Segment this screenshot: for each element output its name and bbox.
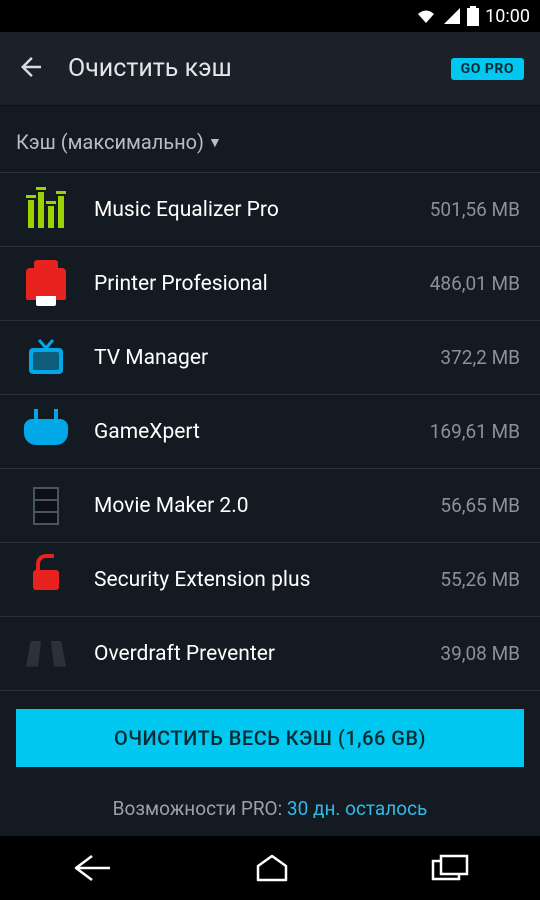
app-size: 372,2 MB — [440, 346, 520, 369]
app-name: GameXpert — [94, 420, 412, 444]
sort-dropdown[interactable]: Кэш (максимально) ▼ — [0, 106, 540, 172]
content-area: Кэш (максимально) ▼ Music Equalizer Pro … — [0, 106, 540, 836]
pro-footer[interactable]: Возможности PRO: 30 дн. осталось — [0, 783, 540, 836]
sort-label: Кэш (максимально) — [16, 130, 204, 154]
nav-recent-icon[interactable] — [430, 853, 470, 883]
printer-icon — [16, 268, 76, 300]
app-size: 486,01 MB — [430, 272, 520, 295]
clean-all-button[interactable]: ОЧИСТИТЬ ВЕСЬ КЭШ (1,66 GB) — [16, 709, 524, 767]
pro-footer-prefix: Возможности PRO: — [113, 797, 287, 820]
nav-back-icon[interactable] — [70, 852, 114, 884]
app-name: Music Equalizer Pro — [94, 198, 412, 222]
app-size: 39,08 MB — [440, 642, 520, 665]
nav-home-icon[interactable] — [254, 852, 290, 884]
back-icon[interactable] — [16, 52, 46, 86]
app-name: Movie Maker 2.0 — [94, 494, 422, 518]
list-item[interactable]: Overdraft Preventer 39,08 MB — [0, 617, 540, 691]
android-nav-bar — [0, 836, 540, 900]
clock-text: 10:00 — [485, 6, 530, 27]
app-size: 55,26 MB — [440, 568, 520, 591]
list-item[interactable]: Movie Maker 2.0 56,65 MB — [0, 469, 540, 543]
lock-icon — [16, 570, 76, 590]
app-name: Overdraft Preventer — [94, 642, 422, 666]
go-pro-button[interactable]: GO PRO — [451, 58, 524, 80]
pro-footer-days: 30 дн. осталось — [287, 797, 427, 820]
signal-icon — [443, 7, 461, 25]
shape-icon — [16, 641, 76, 667]
equalizer-icon — [16, 192, 76, 228]
page-title: Очистить кэш — [68, 54, 429, 83]
app-size: 501,56 MB — [430, 198, 520, 221]
app-list[interactable]: Music Equalizer Pro 501,56 MB Printer Pr… — [0, 173, 540, 693]
list-item[interactable]: Printer Profesional 486,01 MB — [0, 247, 540, 321]
list-item[interactable]: Music Equalizer Pro 501,56 MB — [0, 173, 540, 247]
app-size: 169,61 MB — [430, 420, 520, 443]
gamepad-icon — [16, 419, 76, 445]
wifi-icon — [415, 7, 437, 25]
tv-icon — [16, 338, 76, 378]
app-name: Security Extension plus — [94, 568, 422, 592]
status-bar: 10:00 — [0, 0, 540, 32]
app-size: 56,65 MB — [440, 494, 520, 517]
film-icon — [16, 487, 76, 525]
action-bar: Очистить кэш GO PRO — [0, 32, 540, 106]
list-item[interactable]: Security Extension plus 55,26 MB — [0, 543, 540, 617]
list-item[interactable]: TV Manager 372,2 MB — [0, 321, 540, 395]
battery-icon — [467, 6, 479, 26]
list-item[interactable]: GameXpert 169,61 MB — [0, 395, 540, 469]
app-name: TV Manager — [94, 346, 422, 370]
chevron-down-icon: ▼ — [208, 134, 222, 151]
app-name: Printer Profesional — [94, 272, 412, 296]
